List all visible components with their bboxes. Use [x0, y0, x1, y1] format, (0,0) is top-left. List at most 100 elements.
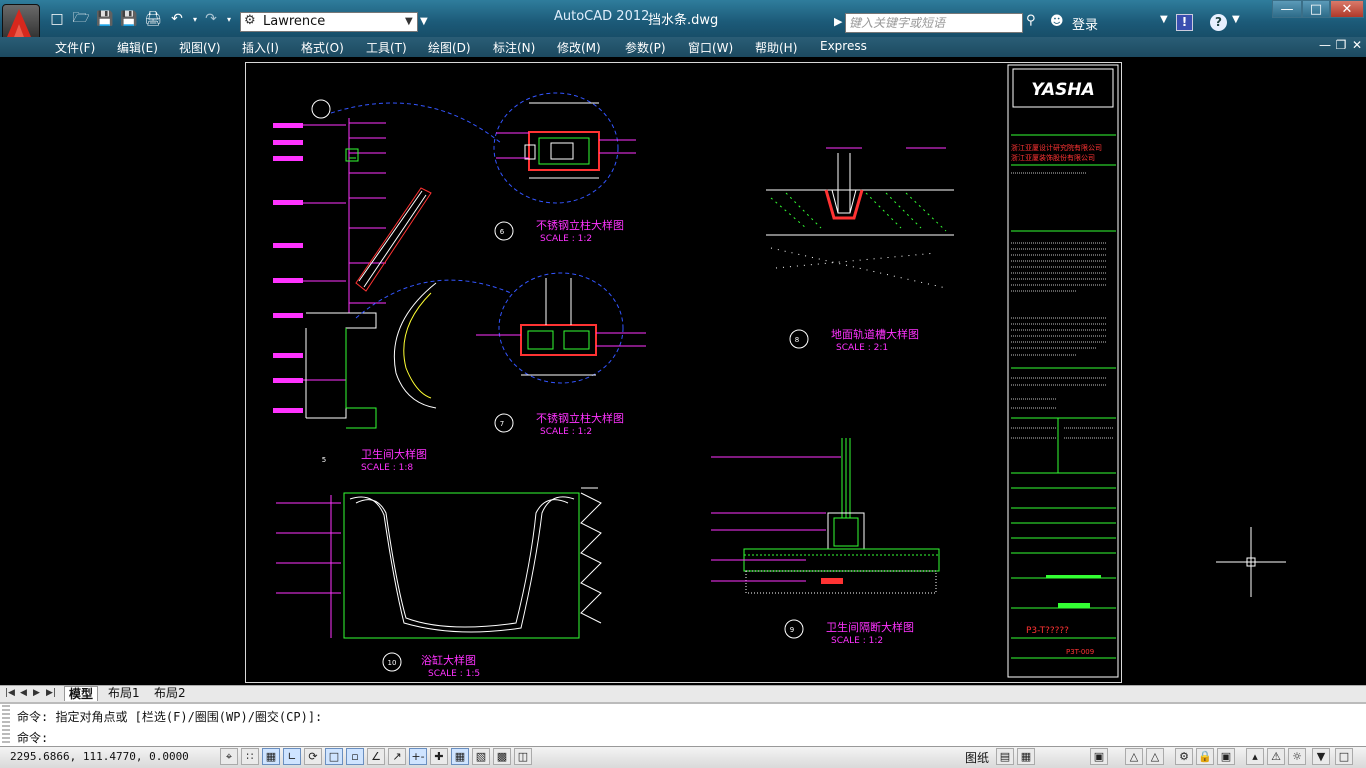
- infer-constraints-icon[interactable]: ⌖: [220, 748, 238, 765]
- first-tab-icon[interactable]: |◀: [5, 687, 15, 699]
- cad-drawing: 6 不锈钢立柱大样图 SCALE : 1:2 7 不锈钢立柱大样图 SCALE …: [273, 64, 1119, 679]
- new-file-icon[interactable]: □: [48, 10, 66, 28]
- annotation-monitor-icon[interactable]: ◫: [514, 748, 532, 765]
- detail-6-title: 不锈钢立柱大样图: [536, 218, 624, 232]
- maximize-button[interactable]: □: [1302, 0, 1330, 18]
- login-dropdown-icon[interactable]: ▼: [1160, 14, 1168, 25]
- user-icon: ☻: [1050, 14, 1064, 29]
- menu-format[interactable]: 格式(O): [301, 39, 344, 56]
- minimize-button[interactable]: —: [1272, 0, 1302, 18]
- search-input[interactable]: 键入关键字或短语: [845, 13, 1023, 33]
- detail-7-post-section: [476, 272, 646, 433]
- detail-labels: 6 不锈钢立柱大样图 SCALE : 1:2 7 不锈钢立柱大样图 SCALE …: [322, 218, 919, 679]
- doc-minimize-icon[interactable]: —: [1318, 38, 1332, 52]
- workspace-select[interactable]: Lawrence: [240, 12, 418, 32]
- tab-layout1[interactable]: 布局1: [104, 686, 144, 701]
- menu-insert[interactable]: 插入(I): [242, 39, 279, 56]
- menu-file[interactable]: 文件(F): [55, 39, 95, 56]
- close-button[interactable]: ✕: [1330, 0, 1364, 18]
- selection-cycling-icon[interactable]: ▩: [493, 748, 511, 765]
- workspace-switching-icon[interactable]: ⚙: [1175, 748, 1193, 765]
- binoculars-icon[interactable]: ⚲: [1026, 13, 1044, 31]
- clean-screen-icon[interactable]: □: [1335, 748, 1353, 765]
- detail-10-bathtub: [276, 487, 602, 672]
- warning-icon[interactable]: ⚠: [1267, 748, 1285, 765]
- company-name-2: 浙江亚厦装饰股份有限公司: [1011, 153, 1095, 162]
- menu-edit[interactable]: 编辑(E): [117, 39, 158, 56]
- transparency-icon[interactable]: ▦: [451, 748, 469, 765]
- print-icon[interactable]: 🖨: [144, 10, 162, 28]
- detail-8-number: 8: [795, 336, 799, 344]
- detail-9-partition: [711, 438, 940, 639]
- file-title: 挡水条.dwg: [648, 13, 719, 28]
- quick-view-drawings-icon[interactable]: ▦: [1017, 748, 1035, 765]
- status-menu-icon[interactable]: ▼: [1312, 748, 1330, 765]
- lightbulb-icon[interactable]: ☼: [1288, 748, 1306, 765]
- tab-model[interactable]: 模型: [64, 686, 99, 701]
- command-input[interactable]: 命令:: [17, 729, 48, 746]
- hardware-acceleration-icon[interactable]: ▣: [1217, 748, 1235, 765]
- exchange-button[interactable]: !: [1176, 14, 1193, 31]
- menu-express[interactable]: Express: [820, 39, 867, 53]
- detail-7-scale: SCALE : 1:2: [540, 427, 592, 437]
- grid-display-icon[interactable]: ▦: [262, 748, 280, 765]
- menu-draw[interactable]: 绘图(D): [428, 39, 471, 56]
- cursor-coordinates[interactable]: 2295.6866, 111.4770, 0.0000: [10, 750, 189, 763]
- tab-layout2[interactable]: 布局2: [150, 686, 190, 701]
- detail-5-title: 卫生间大样图: [361, 447, 427, 461]
- help-dropdown-icon[interactable]: ▼: [1232, 14, 1240, 25]
- company-logo: YASHA: [1031, 80, 1094, 100]
- menu-dimension[interactable]: 标注(N): [493, 39, 535, 56]
- detail-6-number: 6: [500, 228, 505, 236]
- autocad-logo-icon: [7, 9, 31, 37]
- customize-toolbar-icon[interactable]: ▼: [420, 13, 432, 31]
- login-button[interactable]: 登录: [1072, 14, 1098, 33]
- prev-tab-icon[interactable]: ◀: [20, 687, 30, 699]
- annotation-scale-icon[interactable]: △: [1125, 748, 1143, 765]
- menu-help[interactable]: 帮助(H): [755, 39, 797, 56]
- redo-icon[interactable]: ↷: [202, 10, 220, 28]
- annotation-visibility-icon[interactable]: △: [1146, 748, 1164, 765]
- help-button[interactable]: ?: [1210, 14, 1227, 31]
- redo-dropdown-icon[interactable]: ▾: [220, 10, 238, 28]
- doc-restore-icon[interactable]: ❐: [1334, 38, 1348, 52]
- paper-layout-sheet: 6 不锈钢立柱大样图 SCALE : 1:2 7 不锈钢立柱大样图 SCALE …: [245, 62, 1122, 683]
- dynamic-input-icon[interactable]: +-: [409, 748, 427, 765]
- menu-tools[interactable]: 工具(T): [366, 39, 407, 56]
- lineweight-icon[interactable]: ✚: [430, 748, 448, 765]
- undo-icon[interactable]: ↶: [168, 10, 186, 28]
- quick-view-layouts-icon[interactable]: ▤: [996, 748, 1014, 765]
- isolate-objects-icon[interactable]: ▴: [1246, 748, 1264, 765]
- command-window-grip[interactable]: [2, 705, 10, 743]
- toolbar-lock-icon[interactable]: 🔒: [1196, 748, 1214, 765]
- save-as-icon[interactable]: 💾: [120, 10, 138, 28]
- search-expand-icon[interactable]: ▶: [834, 13, 844, 31]
- 3d-object-snap-icon[interactable]: ▫: [346, 748, 364, 765]
- object-snap-tracking-icon[interactable]: ∠: [367, 748, 385, 765]
- layout-tab-bar: [0, 685, 1366, 702]
- paper-space-label[interactable]: 图纸: [965, 749, 989, 766]
- polar-tracking-icon[interactable]: ⟳: [304, 748, 322, 765]
- detail-5-scale: SCALE : 1:8: [361, 463, 413, 473]
- doc-close-icon[interactable]: ✕: [1350, 38, 1364, 52]
- open-file-icon[interactable]: 🗁: [72, 10, 90, 28]
- chevron-down-icon[interactable]: ▼: [405, 13, 417, 31]
- ortho-mode-icon[interactable]: ∟: [283, 748, 301, 765]
- menu-parametric[interactable]: 参数(P): [625, 39, 666, 56]
- menu-window[interactable]: 窗口(W): [688, 39, 733, 56]
- command-history: 命令: 指定对角点或 [栏选(F)/圈围(WP)/圈交(CP)]:: [17, 710, 323, 724]
- crosshair-cursor-icon: [1216, 527, 1286, 597]
- maximize-viewport-icon[interactable]: ▣: [1090, 748, 1108, 765]
- project-number: P3T-009: [1066, 648, 1094, 656]
- dynamic-ucs-icon[interactable]: ↗: [388, 748, 406, 765]
- save-icon[interactable]: 💾: [96, 10, 114, 28]
- detail-6-scale: SCALE : 1:2: [540, 234, 592, 244]
- object-snap-icon[interactable]: □: [325, 748, 343, 765]
- menu-modify[interactable]: 修改(M): [557, 39, 601, 56]
- next-tab-icon[interactable]: ▶: [33, 687, 43, 699]
- menu-view[interactable]: 视图(V): [179, 39, 221, 56]
- snap-mode-icon[interactable]: ∷: [241, 748, 259, 765]
- quick-properties-icon[interactable]: ▧: [472, 748, 490, 765]
- detail-8-title: 地面轨道槽大样图: [831, 327, 919, 341]
- last-tab-icon[interactable]: ▶|: [46, 687, 56, 699]
